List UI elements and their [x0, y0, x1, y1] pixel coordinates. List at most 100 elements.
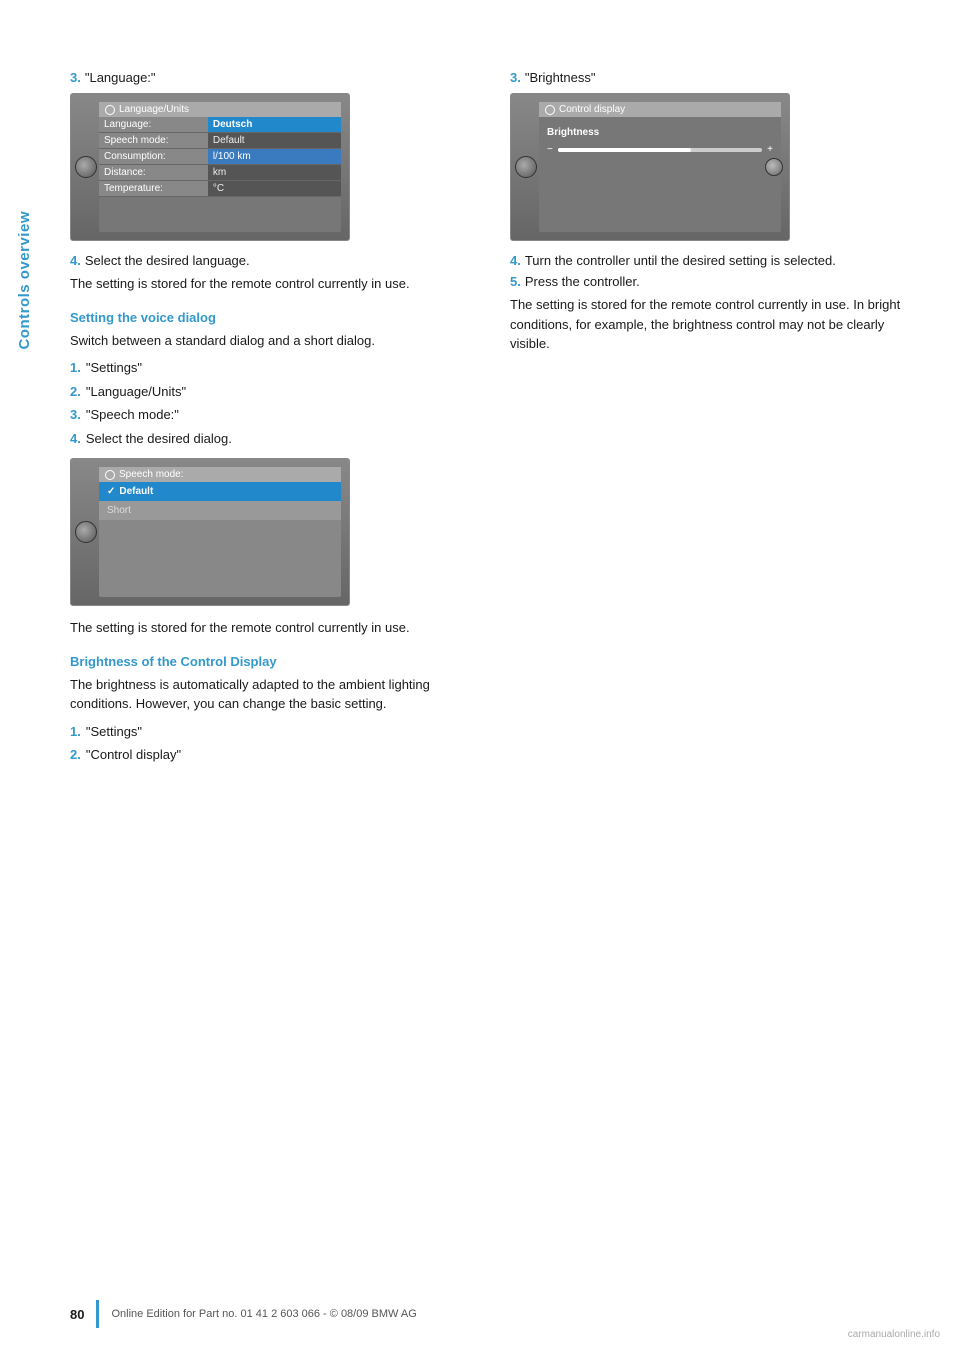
- knob-right-brightness: [765, 158, 783, 176]
- brightness-step-2-num: 2.: [70, 745, 81, 765]
- voice-step-4-text: Select the desired dialog.: [86, 429, 232, 449]
- step3-brightness-text: "Brightness": [525, 70, 596, 85]
- brightness-slider-row: − +: [547, 144, 773, 155]
- voice-dialog-intro: Switch between a standard dialog and a s…: [70, 331, 480, 351]
- settings-icon-lang: [105, 105, 115, 115]
- step3-lang: 3. "Language:": [70, 70, 480, 85]
- page-container: Controls overview 3. "Language:" Langua: [0, 0, 960, 1358]
- lang-row-5: Temperature: °C: [99, 181, 341, 197]
- voice-step-3-text: "Speech mode:": [86, 405, 179, 425]
- sidebar-text: Controls overview: [16, 211, 33, 350]
- lang-row-3-value: l/100 km: [208, 149, 341, 165]
- brightness-slider-fill: [558, 148, 691, 152]
- para1-left: The setting is stored for the remote con…: [70, 274, 480, 294]
- voice-step-4-num: 4.: [70, 429, 81, 449]
- step4-brightness-text: Turn the controller until the desired se…: [525, 253, 836, 268]
- step3-lang-text: "Language:": [85, 70, 156, 85]
- watermark: carmanualonline.info: [848, 1329, 940, 1340]
- brightness-plus: +: [767, 144, 773, 155]
- lang-row-5-value: °C: [208, 181, 341, 197]
- lang-row-3: Consumption: l/100 km: [99, 149, 341, 165]
- voice-step-2: 2. "Language/Units": [70, 382, 480, 402]
- brightness-minus: −: [547, 144, 553, 155]
- lang-row-4-label: Distance:: [99, 165, 208, 181]
- voice-step-2-text: "Language/Units": [86, 382, 186, 402]
- brightness-step-1: 1. "Settings": [70, 722, 480, 742]
- speech-title-text: Speech mode:: [119, 469, 184, 480]
- knob-left-brightness: [515, 156, 537, 178]
- step4-brightness: 4. Turn the controller until the desired…: [510, 253, 920, 268]
- footer-divider: [96, 1300, 99, 1328]
- step3-brightness-num: 3.: [510, 70, 521, 85]
- brightness-label-text: Brightness: [547, 127, 773, 138]
- sidebar-label: Controls overview: [0, 130, 48, 430]
- lang-row-1-value: Deutsch: [208, 117, 341, 133]
- knob-left-speech: [75, 521, 97, 543]
- speech-item-default: ✓ Default: [99, 482, 341, 501]
- brightness-step-2: 2. "Control display": [70, 745, 480, 765]
- brightness-title-bar: Control display: [539, 102, 781, 117]
- lang-title-text: Language/Units: [119, 104, 189, 115]
- brightness-steps-list: 1. "Settings" 2. "Control display": [70, 722, 480, 765]
- speech-title-bar: Speech mode:: [99, 467, 341, 482]
- settings-icon-brightness: [545, 105, 555, 115]
- footer: 80 Online Edition for Part no. 01 41 2 6…: [0, 1300, 960, 1328]
- content-area: 3. "Language:" Language/Units Language:: [70, 60, 920, 775]
- speech-screenshot: Speech mode: ✓ Default Short: [70, 458, 350, 606]
- brightness-step-2-text: "Control display": [86, 745, 181, 765]
- voice-steps-list: 1. "Settings" 2. "Language/Units" 3. "Sp…: [70, 358, 480, 448]
- voice-dialog-heading: Setting the voice dialog: [70, 310, 480, 325]
- para1-right: The setting is stored for the remote con…: [510, 295, 920, 354]
- voice-step-4: 4. Select the desired dialog.: [70, 429, 480, 449]
- step3-brightness: 3. "Brightness": [510, 70, 920, 85]
- speech-menu: ✓ Default Short: [99, 482, 341, 520]
- lang-row-2: Speech mode: Default: [99, 133, 341, 149]
- lang-row-2-value: Default: [208, 133, 341, 149]
- lang-screenshot: Language/Units Language: Deutsch Speech …: [70, 93, 350, 241]
- brightness-heading: Brightness of the Control Display: [70, 654, 480, 669]
- step5-brightness-num: 5.: [510, 274, 521, 289]
- step5-brightness: 5. Press the controller.: [510, 274, 920, 289]
- left-column: 3. "Language:" Language/Units Language:: [70, 70, 480, 775]
- lang-row-2-label: Speech mode:: [99, 133, 208, 149]
- voice-step-1: 1. "Settings": [70, 358, 480, 378]
- brightness-slider-area: Brightness − +: [539, 117, 781, 161]
- brightness-step-1-num: 1.: [70, 722, 81, 742]
- step5-brightness-text: Press the controller.: [525, 274, 640, 289]
- step4-lang: 4. Select the desired language.: [70, 253, 480, 268]
- two-column-layout: 3. "Language:" Language/Units Language:: [70, 70, 920, 775]
- page-number: 80: [70, 1307, 84, 1322]
- lang-screenshot-inner: Language/Units Language: Deutsch Speech …: [99, 102, 341, 232]
- step4-brightness-num: 4.: [510, 253, 521, 268]
- speech-item-default-label: Default: [119, 486, 153, 497]
- speech-checkmark: ✓: [107, 486, 115, 497]
- lang-title-bar: Language/Units: [99, 102, 341, 117]
- lang-row-4-value: km: [208, 165, 341, 181]
- lang-row-5-label: Temperature:: [99, 181, 208, 197]
- speech-item-short-label: Short: [107, 505, 131, 516]
- brightness-screenshot-inner: Control display Brightness − +: [539, 102, 781, 232]
- brightness-step-1-text: "Settings": [86, 722, 142, 742]
- brightness-intro: The brightness is automatically adapted …: [70, 675, 480, 714]
- knob-left-lang: [75, 156, 97, 178]
- lang-table: Language: Deutsch Speech mode: Default C…: [99, 117, 341, 197]
- step4-lang-text: Select the desired language.: [85, 253, 250, 268]
- right-column: 3. "Brightness" Control display Brightne…: [510, 70, 920, 775]
- brightness-title-text: Control display: [559, 104, 625, 115]
- lang-row-1: Language: Deutsch: [99, 117, 341, 133]
- lang-row-4: Distance: km: [99, 165, 341, 181]
- voice-step-2-num: 2.: [70, 382, 81, 402]
- footer-text: Online Edition for Part no. 01 41 2 603 …: [111, 1308, 416, 1320]
- voice-step-3-num: 3.: [70, 405, 81, 425]
- step4-lang-num: 4.: [70, 253, 81, 268]
- voice-step-1-text: "Settings": [86, 358, 142, 378]
- brightness-slider-track: [558, 148, 762, 152]
- settings-icon-speech: [105, 470, 115, 480]
- lang-row-1-label: Language:: [99, 117, 208, 133]
- step3-lang-num: 3.: [70, 70, 81, 85]
- para2-left: The setting is stored for the remote con…: [70, 618, 480, 638]
- lang-row-3-label: Consumption:: [99, 149, 208, 165]
- voice-step-3: 3. "Speech mode:": [70, 405, 480, 425]
- speech-item-short: Short: [99, 501, 341, 520]
- brightness-screenshot: Control display Brightness − +: [510, 93, 790, 241]
